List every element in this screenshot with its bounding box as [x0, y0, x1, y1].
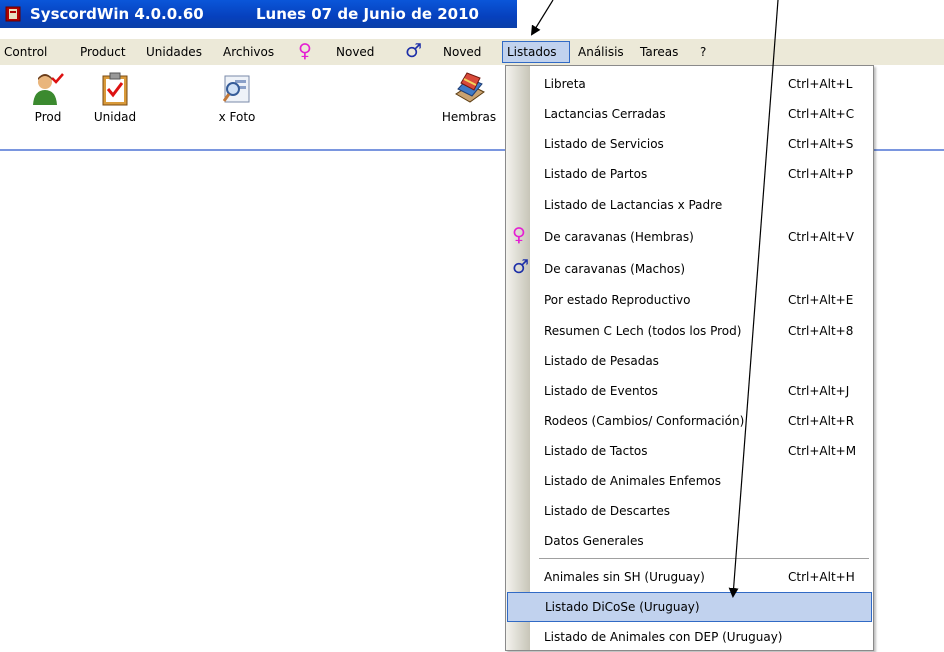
menu-item-lactancias-padre[interactable]: Listado de Lactancias x Padre [506, 190, 873, 220]
clipboard-check-icon [102, 72, 128, 106]
menu-archivos[interactable]: Archivos [223, 44, 274, 60]
menu-separator [539, 558, 869, 559]
menu-item-listado-eventos[interactable]: Listado de Eventos Ctrl+Alt+J [506, 376, 873, 406]
menu-item-label: Listado de Tactos [544, 444, 648, 458]
menu-item-label: Listado de Animales Enfemos [544, 474, 721, 488]
menu-item-lactancias-cerradas[interactable]: Lactancias Cerradas Ctrl+Alt+C [506, 99, 873, 129]
menu-item-label: Listado de Eventos [544, 384, 658, 398]
menu-item-caravanas-hembras[interactable]: ♀ De caravanas (Hembras) Ctrl+Alt+V [506, 222, 873, 252]
menu-item-label: Listado de Animales con DEP (Uruguay) [544, 630, 783, 644]
photo-search-icon [223, 75, 250, 103]
menu-item-listado-partos[interactable]: Listado de Partos Ctrl+Alt+P [506, 159, 873, 189]
menu-item-label: Por estado Reproductivo [544, 293, 691, 307]
menu-analisis[interactable]: Análisis [578, 44, 624, 60]
toolbar-xfoto-label: x Foto [218, 110, 256, 124]
menu-listados[interactable]: Listados [502, 41, 570, 63]
menu-item-shortcut: Ctrl+Alt+R [788, 414, 855, 428]
menu-item-shortcut: Ctrl+Alt+L [788, 77, 853, 91]
menu-item-caravanas-machos[interactable]: ♂ De caravanas (Machos) [506, 254, 873, 284]
menu-control[interactable]: Control [4, 44, 47, 60]
menu-item-datos-generales[interactable]: Datos Generales [506, 526, 873, 556]
male-icon: ♂ [512, 256, 530, 278]
app-title: SyscordWin 4.0.0.60 [30, 5, 204, 23]
toolbar-prod-label: Prod [34, 110, 62, 124]
title-bar: SyscordWin 4.0.0.60 Lunes 07 de Junio de… [0, 0, 517, 28]
menu-item-label: Rodeos (Cambios/ Conformación) [544, 414, 745, 428]
toolbar-hembras-label: Hembras [441, 110, 497, 124]
menu-item-shortcut: Ctrl+Alt+M [788, 444, 857, 458]
menu-item-rodeos[interactable]: Rodeos (Cambios/ Conformación) Ctrl+Alt+… [506, 406, 873, 436]
menu-item-shortcut: Ctrl+Alt+P [788, 167, 853, 181]
menu-item-listado-dicose[interactable]: Listado DiCoSe (Uruguay) [507, 592, 872, 622]
toolbar-unidad-label: Unidad [93, 110, 137, 124]
female-icon[interactable]: ♀ [298, 42, 312, 61]
menu-item-animales-dep[interactable]: Listado de Animales con DEP (Uruguay) [506, 622, 873, 652]
menu-item-libreta[interactable]: Libreta Ctrl+Alt+L [506, 69, 873, 99]
books-icon [455, 72, 485, 103]
toolbar-hembras-button[interactable]: Hembras [438, 72, 500, 124]
toolbar-xfoto-button[interactable]: x Foto [214, 72, 260, 124]
menu-item-resumen-c-lech[interactable]: Resumen C Lech (todos los Prod) Ctrl+Alt… [506, 316, 873, 346]
menu-noved-hembras[interactable]: Noved [336, 44, 374, 60]
toolbar-unidad-button[interactable]: Unidad [93, 72, 137, 124]
menu-unidades[interactable]: Unidades [146, 44, 202, 60]
menu-bar: Control Product Unidades Archivos ♀ Nove… [0, 39, 944, 65]
menu-item-label: Resumen C Lech (todos los Prod) [544, 324, 742, 338]
menu-item-label: Datos Generales [544, 534, 644, 548]
menu-item-label: Listado de Descartes [544, 504, 671, 518]
app-icon [5, 6, 21, 22]
toolbar-prod-button[interactable]: Prod [28, 72, 68, 124]
menu-tareas[interactable]: Tareas [640, 44, 678, 60]
listados-dropdown: Libreta Ctrl+Alt+L Lactancias Cerradas C… [505, 65, 874, 651]
arrow-to-listados [530, 0, 554, 36]
menu-item-estado-reproductivo[interactable]: Por estado Reproductivo Ctrl+Alt+E [506, 285, 873, 315]
menu-item-label: Listado de Lactancias x Padre [544, 198, 723, 212]
menu-item-label: Libreta [544, 77, 586, 91]
menu-item-shortcut: Ctrl+Alt+H [788, 570, 855, 584]
menu-item-listado-tactos[interactable]: Listado de Tactos Ctrl+Alt+M [506, 436, 873, 466]
menu-item-label: Listado de Partos [544, 167, 648, 181]
menu-item-animales-sin-sh[interactable]: Animales sin SH (Uruguay) Ctrl+Alt+H [506, 562, 873, 592]
menu-item-animales-enfermos[interactable]: Listado de Animales Enfemos [506, 466, 873, 496]
menu-item-shortcut: Ctrl+Alt+J [788, 384, 850, 398]
menu-item-shortcut: Ctrl+Alt+E [788, 293, 854, 307]
date-title: Lunes 07 de Junio de 2010 [256, 5, 479, 23]
menu-item-label: De caravanas (Machos) [544, 262, 686, 276]
menu-item-listado-servicios[interactable]: Listado de Servicios Ctrl+Alt+S [506, 129, 873, 159]
menu-item-shortcut: Ctrl+Alt+V [788, 230, 854, 244]
menu-noved-machos[interactable]: Noved [443, 44, 481, 60]
female-icon: ♀ [512, 224, 526, 246]
menu-item-label: De caravanas (Hembras) [544, 230, 694, 244]
menu-item-shortcut: Ctrl+Alt+8 [788, 324, 854, 338]
menu-item-label: Listado de Pesadas [544, 354, 659, 368]
menu-help[interactable]: ? [700, 44, 706, 60]
menu-item-shortcut: Ctrl+Alt+S [788, 137, 854, 151]
menu-item-label: Animales sin SH (Uruguay) [544, 570, 705, 584]
menu-item-listado-pesadas[interactable]: Listado de Pesadas [506, 346, 873, 376]
menu-product[interactable]: Product [80, 44, 126, 60]
menu-item-label: Listado de Servicios [544, 137, 664, 151]
male-icon[interactable]: ♂ [405, 42, 422, 61]
menu-item-listado-descartes[interactable]: Listado de Descartes [506, 496, 873, 526]
person-check-icon [33, 73, 64, 105]
menu-item-shortcut: Ctrl+Alt+C [788, 107, 855, 121]
menu-item-label: Lactancias Cerradas [544, 107, 666, 121]
menu-item-label: Listado DiCoSe (Uruguay) [545, 600, 700, 614]
